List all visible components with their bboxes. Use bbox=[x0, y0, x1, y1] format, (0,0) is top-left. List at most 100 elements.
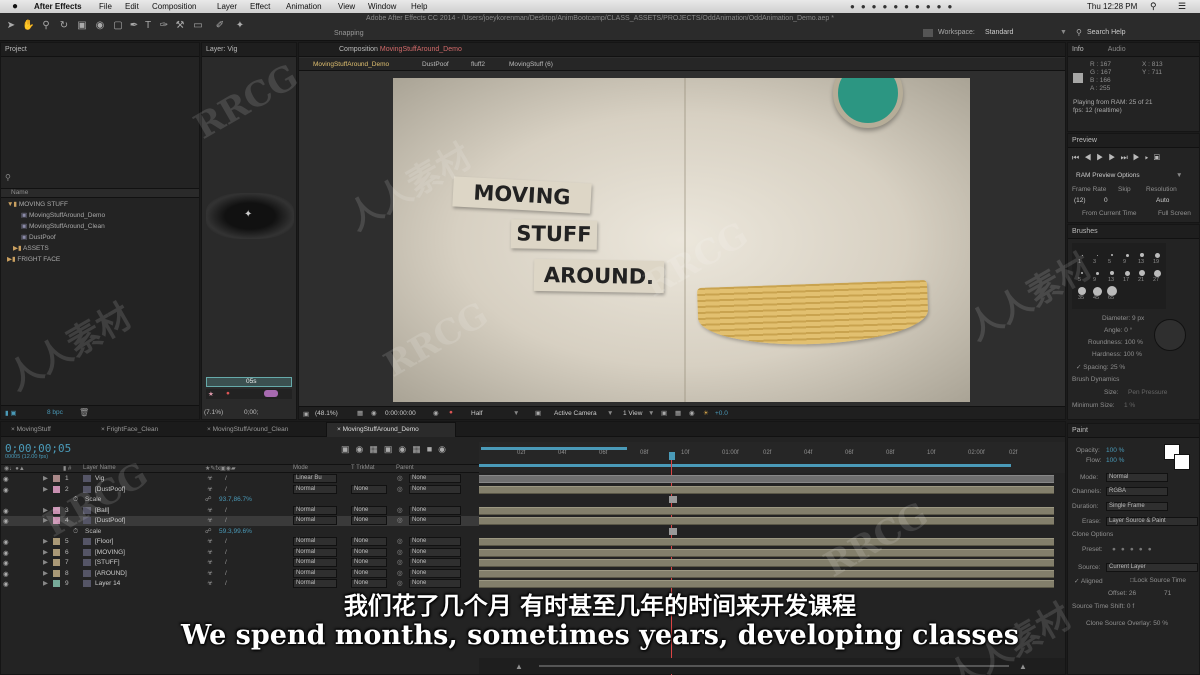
brushes-tab[interactable]: Brushes bbox=[1068, 225, 1199, 239]
layer-parent-select[interactable]: None bbox=[409, 547, 461, 557]
twirl-icon[interactable]: ▶ bbox=[43, 485, 48, 495]
menu-view[interactable]: View bbox=[338, 0, 355, 13]
property-value[interactable]: 93.7,86.7% bbox=[219, 495, 252, 505]
lock-source-checkbox[interactable]: □Lock Source Time bbox=[1130, 577, 1186, 584]
layer-name[interactable]: [DustPoof] bbox=[95, 485, 125, 495]
visibility-eye-icon[interactable]: ◉ bbox=[3, 507, 9, 517]
shy-switch-icon[interactable]: ☣ bbox=[207, 506, 213, 516]
pickwhip-icon[interactable]: ◎ bbox=[397, 569, 403, 579]
twirl-icon[interactable]: ▶ bbox=[43, 474, 48, 484]
eraser-tool-icon[interactable]: ▭ bbox=[192, 20, 204, 32]
layer-parent-select[interactable]: None bbox=[409, 568, 461, 578]
twirl-icon[interactable]: ▶ bbox=[43, 506, 48, 516]
paint-tab[interactable]: Paint bbox=[1068, 424, 1199, 438]
layer-parent-select[interactable]: None bbox=[409, 484, 461, 494]
col-trkmat[interactable]: T TrkMat bbox=[351, 465, 375, 471]
paint-flow-value[interactable]: 100 % bbox=[1106, 457, 1124, 464]
layer-trkmat-select[interactable]: None bbox=[351, 568, 387, 578]
shy-switch-icon[interactable]: ☣ bbox=[207, 516, 213, 526]
label-color-icon[interactable] bbox=[53, 548, 60, 556]
preview-tab[interactable]: Preview bbox=[1068, 134, 1199, 148]
color-icon[interactable]: ● bbox=[226, 390, 230, 397]
layer-parent-select[interactable]: None bbox=[409, 558, 461, 567]
layer-duration-bar[interactable] bbox=[479, 485, 1054, 494]
timeline-tab[interactable]: × MovingStuff bbox=[11, 426, 51, 433]
layer-mode-select[interactable]: Normal bbox=[293, 537, 337, 546]
layer-tab[interactable]: Layer: Vig bbox=[202, 43, 296, 57]
resolution-select[interactable]: Half bbox=[471, 410, 483, 417]
layer-mode-select[interactable]: Normal bbox=[293, 516, 337, 525]
col-mode[interactable]: Mode bbox=[293, 465, 308, 471]
label-color-icon[interactable] bbox=[53, 517, 60, 524]
quality-switch-icon[interactable]: / bbox=[225, 569, 227, 579]
notifications-icon[interactable]: ☰ bbox=[1178, 0, 1186, 13]
apple-icon[interactable]: ● bbox=[12, 0, 18, 13]
chevron-down-icon[interactable]: ▼ bbox=[1060, 29, 1067, 36]
min-size-value[interactable]: 1 % bbox=[1124, 402, 1135, 409]
playback-controls[interactable]: ⏮◀▶▶⏭▶▸▣ bbox=[1072, 153, 1165, 163]
stopwatch-icon[interactable]: ⏱ bbox=[73, 527, 78, 537]
hand-tool-icon[interactable]: ✋ bbox=[22, 20, 34, 32]
timeline-tab[interactable]: × MovingStuffAround_Clean bbox=[207, 426, 288, 433]
background-color-swatch[interactable] bbox=[1174, 454, 1190, 470]
chevron-down-icon[interactable]: ▼ bbox=[648, 410, 654, 417]
pan-behind-tool-icon[interactable]: ◉ bbox=[94, 20, 106, 32]
composition-viewer[interactable]: MOVING STUFF AROUND. bbox=[393, 78, 970, 402]
view-select[interactable]: 1 View bbox=[623, 410, 642, 417]
transparency-icon[interactable]: ▣ bbox=[535, 409, 541, 417]
pen-tool-icon[interactable]: ✒ bbox=[128, 20, 140, 32]
label-color-icon[interactable] bbox=[53, 569, 60, 577]
twirl-icon[interactable]: ▶ bbox=[43, 569, 48, 579]
layer-mode-select[interactable]: Normal bbox=[293, 568, 337, 578]
region-icon[interactable]: ▣ bbox=[303, 410, 309, 418]
label-color-icon[interactable] bbox=[53, 475, 60, 482]
layer-trkmat-select[interactable]: None bbox=[351, 516, 387, 525]
brush-size-select[interactable]: Pen Pressure bbox=[1128, 389, 1167, 396]
paint-erase-select[interactable]: Layer Source & Paint bbox=[1106, 517, 1198, 526]
property-row[interactable]: ⏱ Scale ☍ 93.7,86.7% bbox=[1, 495, 479, 505]
layer-name[interactable]: [DustPoof] bbox=[95, 516, 125, 526]
layer-parent-select[interactable]: None bbox=[409, 516, 461, 525]
brush-tip[interactable] bbox=[1095, 271, 1099, 275]
camera-icon[interactable]: ◉ bbox=[371, 409, 377, 417]
brush-tip[interactable] bbox=[1153, 269, 1161, 277]
quality-switch-icon[interactable]: / bbox=[225, 558, 227, 568]
shy-switch-icon[interactable]: ☣ bbox=[207, 485, 213, 495]
work-area-range[interactable] bbox=[479, 464, 1011, 467]
pickwhip-icon[interactable]: ◎ bbox=[397, 506, 403, 516]
shy-switch-icon[interactable]: ☣ bbox=[207, 569, 213, 579]
layer-row[interactable]: ◉ ▶ 4 [DustPoof] ☣ / Normal None ◎ None bbox=[1, 516, 479, 526]
ram-preview-options[interactable]: RAM Preview Options bbox=[1076, 172, 1140, 179]
info-tab[interactable]: Info bbox=[1072, 46, 1084, 53]
paint-opacity-value[interactable]: 100 % bbox=[1106, 447, 1124, 454]
twirl-icon[interactable]: ▶ bbox=[43, 537, 48, 547]
paint-mode-select[interactable]: Normal bbox=[1106, 473, 1168, 482]
breadcrumb-item[interactable]: fluff2 bbox=[471, 61, 485, 68]
layer-name[interactable]: [AROUND] bbox=[95, 569, 127, 579]
composition-tab[interactable]: Composition MovingStuffAround_Demo bbox=[299, 43, 1065, 57]
layer-duration-bar[interactable] bbox=[479, 475, 1054, 483]
quality-switch-icon[interactable]: / bbox=[225, 548, 227, 558]
quality-switch-icon[interactable]: / bbox=[225, 485, 227, 495]
rectangle-tool-icon[interactable]: ▢ bbox=[112, 20, 124, 32]
col-parent[interactable]: Parent bbox=[396, 465, 414, 471]
brush-tip[interactable] bbox=[1154, 252, 1160, 258]
resolution-select[interactable]: Auto bbox=[1156, 197, 1169, 204]
project-tab[interactable]: Project bbox=[1, 43, 199, 57]
workspace-select[interactable]: Standard bbox=[985, 29, 1013, 36]
paint-channels-select[interactable]: RGBA bbox=[1106, 487, 1168, 496]
shy-switch-icon[interactable]: ☣ bbox=[207, 537, 213, 547]
toggle-pixel-icon[interactable]: ▣ bbox=[661, 409, 667, 417]
chevron-down-icon[interactable]: ▼ bbox=[1176, 172, 1182, 179]
visibility-eye-icon[interactable]: ◉ bbox=[3, 538, 9, 548]
work-area-bar[interactable] bbox=[481, 447, 627, 450]
layer-mode-select[interactable]: Normal bbox=[293, 505, 337, 515]
clone-tool-icon[interactable]: ⚒ bbox=[174, 20, 186, 32]
visibility-eye-icon[interactable]: ◉ bbox=[3, 486, 9, 496]
project-item-folder[interactable]: ▶▮ FRIGHT FACE bbox=[7, 255, 60, 263]
layer-name[interactable]: [STUFF] bbox=[95, 558, 120, 568]
from-current-time[interactable]: From Current Time bbox=[1082, 210, 1137, 217]
layer-name[interactable]: [Floor] bbox=[95, 537, 113, 547]
quality-switch-icon[interactable]: / bbox=[225, 537, 227, 547]
comp-zoom[interactable]: (48.1%) bbox=[315, 410, 338, 417]
